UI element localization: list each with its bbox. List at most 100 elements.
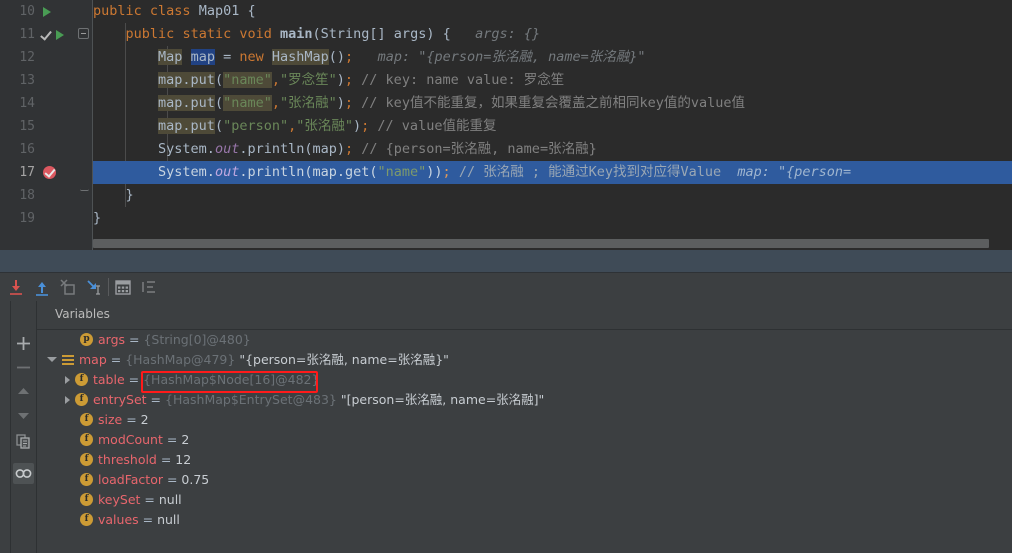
variable-row[interactable]: f table = {HashMap$Node[16]@482} bbox=[37, 370, 1012, 390]
gutter-line[interactable]: 16 bbox=[11, 138, 93, 161]
move-up-button[interactable] bbox=[13, 381, 34, 402]
code-token: args: {} bbox=[450, 26, 541, 42]
inspect-watches-button[interactable] bbox=[13, 463, 34, 484]
variable-equals: = bbox=[146, 392, 165, 407]
variable-reference: {HashMap@479} bbox=[125, 352, 236, 367]
line-number: 13 bbox=[19, 73, 35, 88]
run-arrow-icon[interactable] bbox=[56, 29, 64, 40]
show-frames-icon[interactable] bbox=[139, 277, 159, 297]
code-editor[interactable]: 10 11 12 13 14 15 16 17 18 19 public class Map01 … bbox=[0, 0, 1012, 250]
gutter-line[interactable]: 14 bbox=[11, 92, 93, 115]
code-token: map: "{person=张洺融, name=张洺融}" bbox=[353, 49, 646, 65]
expander-open-icon[interactable] bbox=[47, 357, 57, 362]
code-text-area[interactable]: public class Map01 { public static void … bbox=[93, 0, 1012, 250]
code-token: // value值能重复 bbox=[369, 118, 497, 134]
variables-tree[interactable]: p args = {String[0]@480} map = {HashMap@47… bbox=[37, 330, 1012, 553]
code-line[interactable]: } bbox=[93, 207, 1012, 230]
code-token: = bbox=[214, 49, 240, 65]
variable-row[interactable]: f modCount = 2 bbox=[37, 430, 1012, 450]
variable-row[interactable]: map = {HashMap@479} "{person=张洺融, name=张… bbox=[37, 350, 1012, 370]
variable-equals: = bbox=[106, 352, 126, 367]
evaluate-expression-icon[interactable] bbox=[113, 277, 133, 297]
code-token: "name" bbox=[377, 164, 427, 180]
debugger-toolbar[interactable] bbox=[0, 273, 1012, 302]
line-number: 11 bbox=[19, 27, 35, 42]
gutter-line[interactable]: 13 bbox=[11, 69, 93, 92]
code-token: map.put bbox=[158, 95, 215, 111]
code-token: "name" bbox=[223, 95, 272, 111]
code-line[interactable]: } bbox=[93, 184, 1012, 207]
variable-row[interactable]: f loadFactor = 0.75 bbox=[37, 470, 1012, 490]
code-line[interactable]: map.put("person","张洺融"); // value值能重复 bbox=[93, 115, 1012, 138]
variable-name: values bbox=[98, 512, 139, 527]
gutter-line[interactable]: 15 bbox=[11, 115, 93, 138]
gutter-line[interactable]: 18 bbox=[11, 184, 93, 207]
panel-separator-band bbox=[0, 250, 1012, 273]
code-token: HashMap bbox=[271, 49, 329, 65]
variable-row[interactable]: f keySet = null bbox=[37, 490, 1012, 510]
run-to-cursor-icon[interactable] bbox=[84, 277, 104, 297]
variables-tab-header[interactable]: Variables bbox=[37, 301, 1012, 330]
code-token: public bbox=[93, 3, 142, 19]
step-out-icon[interactable] bbox=[32, 277, 52, 297]
code-token: class bbox=[149, 3, 191, 19]
code-token: , bbox=[271, 95, 280, 111]
step-over-icon[interactable] bbox=[6, 277, 26, 297]
variable-row[interactable]: f threshold = 12 bbox=[37, 450, 1012, 470]
variable-row[interactable]: f size = 2 bbox=[37, 410, 1012, 430]
breakpoint-icon[interactable] bbox=[43, 166, 56, 179]
code-token: )) bbox=[426, 164, 443, 180]
variable-value: 2 bbox=[181, 432, 190, 447]
code-line[interactable]: map.put("name","罗念笙"); // key: name valu… bbox=[93, 69, 1012, 92]
watches-tool-column[interactable] bbox=[11, 301, 36, 553]
run-arrow-icon[interactable] bbox=[43, 6, 51, 17]
gutter-line[interactable]: 10 bbox=[11, 0, 93, 23]
copy-value-button[interactable] bbox=[13, 431, 34, 452]
line-number: 16 bbox=[19, 142, 35, 157]
editor-gutter[interactable]: 10 11 12 13 14 15 16 17 18 19 bbox=[11, 0, 93, 250]
expander-closed-icon[interactable] bbox=[65, 375, 70, 384]
scrollbar-thumb[interactable] bbox=[93, 239, 989, 248]
variable-equals: = bbox=[122, 412, 141, 427]
variable-reference: {HashMap$EntrySet@483} bbox=[165, 392, 337, 407]
remove-watch-button[interactable] bbox=[13, 357, 34, 378]
gutter-icons bbox=[43, 23, 64, 46]
code-token: ) bbox=[353, 118, 362, 134]
move-down-button[interactable] bbox=[13, 405, 34, 426]
code-line[interactable]: public class Map01 { bbox=[93, 0, 1012, 23]
add-watch-button[interactable] bbox=[13, 333, 34, 354]
variables-tab-label: Variables bbox=[55, 307, 110, 321]
variable-row[interactable]: f entrySet = {HashMap$EntrySet@483} "[per… bbox=[37, 390, 1012, 410]
editor-horizontal-scrollbar[interactable] bbox=[93, 239, 1010, 248]
expander-closed-icon[interactable] bbox=[65, 395, 70, 404]
code-token: ) bbox=[336, 72, 345, 88]
code-line[interactable]: public static void main(String[] args) {… bbox=[93, 23, 1012, 46]
code-line[interactable]: map.put("name","张洺融"); // key值不能重复，如果重复会… bbox=[93, 92, 1012, 115]
code-fold-handle[interactable] bbox=[80, 184, 89, 191]
variable-row[interactable]: p args = {String[0]@480} bbox=[37, 330, 1012, 350]
variable-equals: = bbox=[138, 512, 158, 527]
code-line[interactable]: System.out.println(map.get("name")); // … bbox=[93, 161, 1012, 184]
local-variable-icon bbox=[62, 354, 74, 366]
variable-row[interactable]: f values = null bbox=[37, 510, 1012, 530]
variable-name: keySet bbox=[98, 492, 141, 507]
variable-name: size bbox=[98, 412, 123, 427]
code-line[interactable]: Map map = new HashMap(); map: "{person=张… bbox=[93, 46, 1012, 69]
gutter-line[interactable]: 11 bbox=[11, 23, 93, 46]
code-token: "张洺融" bbox=[280, 95, 337, 111]
gutter-line[interactable]: 19 bbox=[11, 207, 93, 230]
code-fold-handle[interactable] bbox=[78, 28, 89, 39]
check-icon[interactable] bbox=[43, 28, 53, 41]
field-icon: f bbox=[75, 393, 88, 406]
gutter-line[interactable]: 17 bbox=[11, 161, 93, 184]
force-step-into-icon[interactable] bbox=[58, 277, 78, 297]
code-token: map.put bbox=[158, 118, 215, 134]
line-number: 18 bbox=[19, 188, 35, 203]
variable-name: table bbox=[93, 372, 125, 387]
gutter-line[interactable]: 12 bbox=[11, 46, 93, 69]
code-line[interactable]: System.out.println(map); // {person=张洺融,… bbox=[93, 138, 1012, 161]
field-icon: f bbox=[75, 373, 88, 386]
line-number: 12 bbox=[19, 50, 35, 65]
